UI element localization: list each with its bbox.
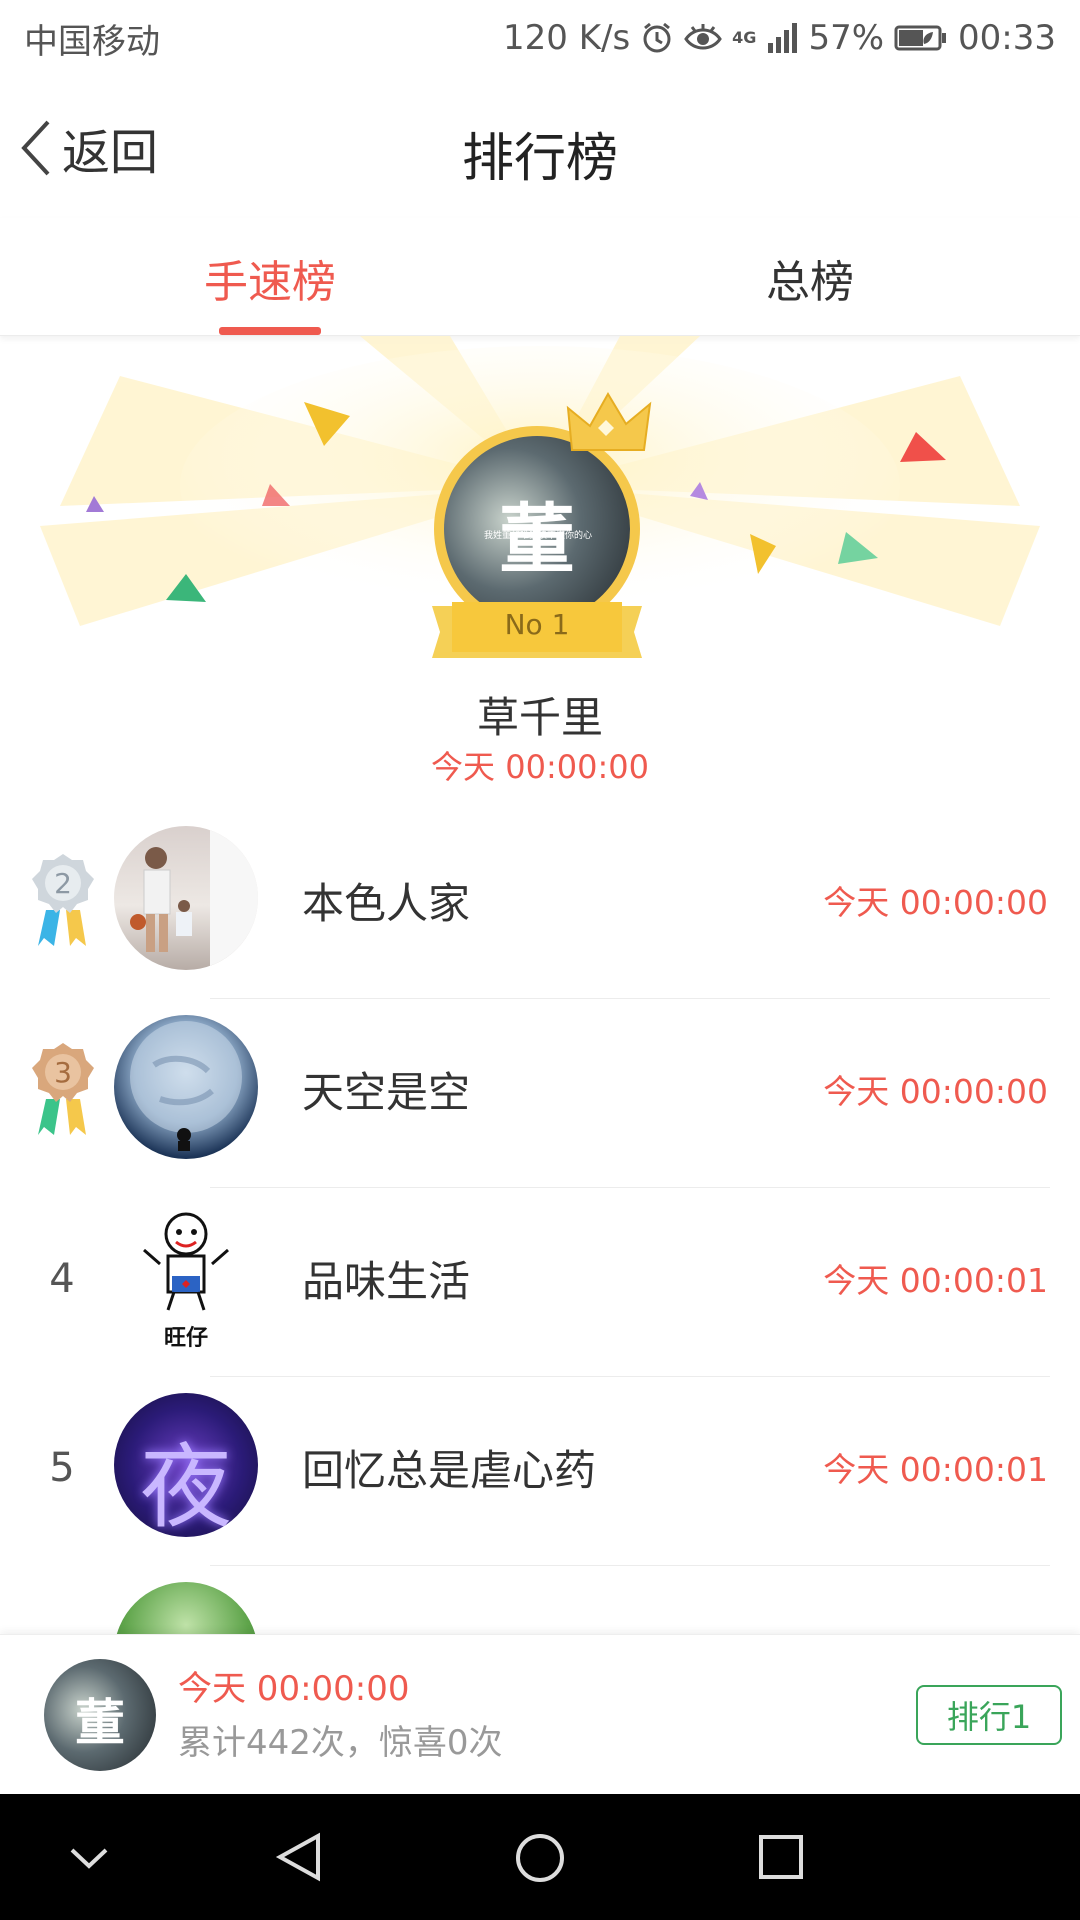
svg-text:3: 3 <box>54 1056 72 1089</box>
network-speed: 120 K/s <box>503 18 631 58</box>
ranking-row[interactable]: 5 夜 回忆总是虐心药 今天 00:00:01 <box>0 1377 1080 1566</box>
home-circle-icon[interactable] <box>514 1832 566 1884</box>
ranking-row[interactable]: 4 旺仔 品味生活 今天 00:00:01 <box>0 1188 1080 1377</box>
rank-badge-label: No 1 <box>504 608 570 641</box>
system-nav-bar <box>0 1794 1080 1920</box>
avatar: 旺仔 <box>114 1204 258 1348</box>
champion-name: 草千里 <box>476 693 603 742</box>
champion-section: 董 我姓董却唯独读不懂你的心 No 1 草千里 今天 00:00:00 <box>0 336 1080 786</box>
my-stats: 累计442次，惊喜0次 <box>178 1723 503 1763</box>
ranking-row-partial[interactable] <box>0 1566 1080 1634</box>
bronze-medal-icon: 3 <box>32 1043 94 1135</box>
clock: 00:33 <box>958 18 1056 58</box>
champion-time: 今天 00:00:00 <box>431 748 649 786</box>
rank-number: 4 <box>49 1256 75 1302</box>
nav-bar: 返回 排行榜 <box>0 76 1080 218</box>
avatar-caption: 旺仔 <box>163 1326 208 1348</box>
tab-speed-ranking[interactable]: 手速榜 <box>204 246 336 310</box>
eye-icon <box>684 21 722 55</box>
avatar <box>114 1015 258 1159</box>
battery-percent: 57% <box>808 18 885 58</box>
recent-apps-square-icon[interactable] <box>756 1832 806 1882</box>
tab-bar: 手速榜 总榜 <box>0 218 1080 336</box>
network-type: 4G <box>732 28 757 47</box>
avatar-character: 夜 <box>139 1434 232 1537</box>
chevron-down-icon[interactable] <box>66 1832 112 1882</box>
user-name: 本色人家 <box>302 879 471 928</box>
user-time: 今天 00:00:00 <box>823 883 1048 922</box>
back-triangle-icon[interactable] <box>274 1832 324 1882</box>
status-bar: 中国移动 120 K/s 4G 57% 00:33 <box>0 0 1080 76</box>
user-time: 今天 00:00:01 <box>823 1450 1048 1489</box>
page-title: 排行榜 <box>461 129 618 189</box>
champion-avatar-caption: 我姓董却唯独读不懂你的心 <box>484 531 593 541</box>
avatar: 夜 <box>114 1393 258 1537</box>
basketball-player-photo <box>130 826 258 970</box>
active-tab-indicator <box>219 327 321 335</box>
user-name: 回忆总是虐心药 <box>302 1446 597 1495</box>
user-name: 天空是空 <box>302 1068 471 1117</box>
ranking-row[interactable]: 2 本色人家 今天 00:00:00 <box>0 810 1080 999</box>
my-time: 今天 00:00:00 <box>178 1669 410 1709</box>
signal-icon <box>766 23 798 53</box>
my-rank-button[interactable]: 排行1 <box>916 1685 1062 1745</box>
my-avatar: 董 <box>44 1659 156 1771</box>
svg-text:2: 2 <box>54 867 72 900</box>
avatar <box>114 1582 258 1634</box>
moon-photo <box>130 1021 242 1151</box>
carrier-label: 中国移动 <box>24 21 160 62</box>
my-avatar-char: 董 <box>75 1694 125 1752</box>
ranking-row[interactable]: 3 天空是空 今天 00:00:00 <box>0 999 1080 1188</box>
alarm-icon <box>640 21 674 55</box>
my-rank-bar: 董 今天 00:00:00 累计442次，惊喜0次 排行1 <box>0 1634 1080 1794</box>
crown-icon <box>566 392 652 451</box>
avatar <box>114 826 258 970</box>
user-time: 今天 00:00:01 <box>823 1261 1048 1300</box>
status-indicators: 120 K/s 4G 57% 00:33 <box>503 18 1056 58</box>
tab-total-ranking[interactable]: 总榜 <box>766 246 854 310</box>
user-time: 今天 00:00:00 <box>823 1072 1048 1111</box>
rank-number: 5 <box>49 1445 75 1491</box>
silver-medal-icon: 2 <box>32 854 94 946</box>
battery-icon <box>894 24 948 52</box>
user-name: 品味生活 <box>302 1257 471 1306</box>
